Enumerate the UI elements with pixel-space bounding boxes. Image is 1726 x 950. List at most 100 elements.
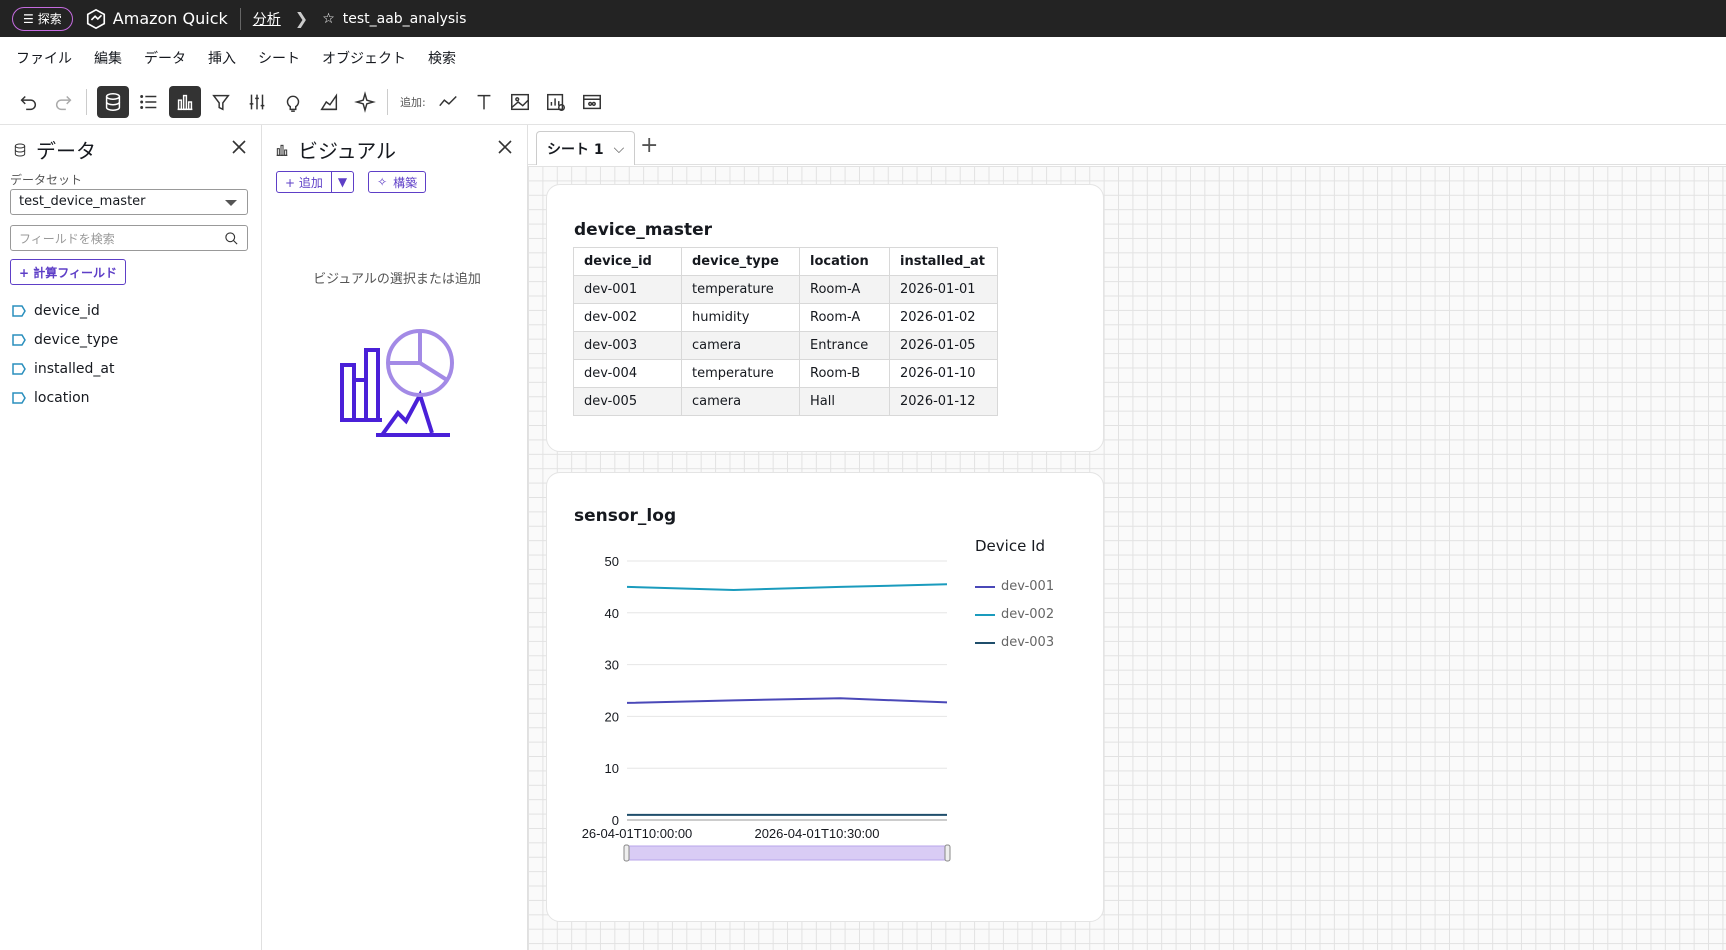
list-icon xyxy=(140,94,157,109)
close-icon xyxy=(232,140,246,154)
sheet-area: シート 1 ⌵ + device_master device_id device… xyxy=(528,125,1726,950)
dataset-select[interactable]: test_device_master xyxy=(10,189,248,215)
sheet-canvas[interactable]: device_master device_id device_type loca… xyxy=(528,166,1726,950)
add-calculated-field-button[interactable]: + 計算フィールド xyxy=(10,259,126,285)
field-list: device_id device_type installed_at locat… xyxy=(12,296,118,412)
column-header[interactable]: device_id xyxy=(573,247,682,276)
visual-panel-title-text: ビジュアル xyxy=(298,139,396,163)
redo-button[interactable] xyxy=(48,86,80,118)
table-header-row: device_id device_type location installed… xyxy=(573,247,998,276)
menu-sheet[interactable]: シート xyxy=(258,48,300,68)
dimension-tag-icon xyxy=(12,304,26,317)
visual-panel-button[interactable] xyxy=(169,85,201,118)
column-header[interactable]: installed_at xyxy=(889,247,998,276)
add-insight-button[interactable] xyxy=(540,86,572,118)
top-bar: ☰ 探索 Amazon Quick 分析 ❯ ☆ test_aab_analys… xyxy=(0,0,1726,37)
sensor-log-visual[interactable]: sensor_log 0 10 20 30 40 50 26-04-01T10:00:00 2… xyxy=(546,472,1104,922)
legend-swatch xyxy=(975,585,995,588)
menu-data[interactable]: データ xyxy=(144,48,186,68)
insights-button[interactable] xyxy=(277,86,309,118)
column-header[interactable]: device_type xyxy=(681,247,800,276)
menu-search[interactable]: 検索 xyxy=(428,48,456,68)
build-visual-button[interactable]: ✧ 構築 xyxy=(368,171,427,193)
table-row: dev-002 humidity Room-A 2026-01-02 xyxy=(573,303,998,332)
table-cell: dev-004 xyxy=(573,359,682,388)
table-row: dev-005 camera Hall 2026-01-12 xyxy=(573,387,998,416)
add-embed-button[interactable] xyxy=(576,86,608,118)
table-cell: 2026-01-01 xyxy=(889,275,998,304)
column-header[interactable]: location xyxy=(799,247,890,276)
filter-button[interactable] xyxy=(205,86,237,118)
add-visual-button[interactable]: + 追加 ▼ xyxy=(276,171,355,193)
legend-swatch xyxy=(975,641,995,644)
dataset-value: test_device_master xyxy=(19,194,146,209)
table-cell: dev-002 xyxy=(573,303,682,332)
legend-item[interactable]: dev-001 xyxy=(975,579,1054,594)
y-tick-label: 30 xyxy=(605,658,619,673)
explore-label: 探索 xyxy=(37,12,62,26)
controls-button[interactable] xyxy=(241,86,273,118)
table-cell: camera xyxy=(681,331,800,360)
visual-panel-title: ビジュアル xyxy=(274,135,396,164)
field-item[interactable]: installed_at xyxy=(12,354,118,383)
redo-icon xyxy=(56,95,72,110)
field-search-input[interactable]: フィールドを検索 xyxy=(10,225,248,251)
ai-assist-button[interactable] xyxy=(349,86,381,118)
toolbar: 追加: xyxy=(0,79,1726,125)
menu-insert[interactable]: 挿入 xyxy=(208,48,236,68)
menu-file[interactable]: ファイル xyxy=(16,48,72,68)
brand[interactable]: Amazon Quick xyxy=(85,8,228,30)
sheet-tab-1[interactable]: シート 1 ⌵ xyxy=(536,131,636,165)
field-item[interactable]: device_id xyxy=(12,296,118,325)
menu-edit[interactable]: 編集 xyxy=(94,48,122,68)
add-image-button[interactable] xyxy=(504,86,536,118)
dimension-tag-icon xyxy=(12,391,26,404)
table-row: dev-001 temperature Room-A 2026-01-01 xyxy=(573,275,998,304)
explore-button[interactable]: ☰ 探索 xyxy=(12,6,73,31)
y-tick-label: 20 xyxy=(605,709,619,724)
breadcrumb-analysis-link[interactable]: 分析 xyxy=(253,9,281,29)
device-master-table: device_id device_type location installed… xyxy=(573,247,998,416)
add-sheet-button[interactable]: + xyxy=(640,133,658,158)
field-search-placeholder: フィールドを検索 xyxy=(19,232,115,246)
filter-icon xyxy=(212,94,230,111)
legend-item[interactable]: dev-003 xyxy=(975,635,1054,650)
quick-logo-icon xyxy=(86,8,105,29)
star-icon[interactable]: ☆ xyxy=(322,11,335,27)
table-cell: dev-003 xyxy=(573,331,682,360)
divider xyxy=(239,7,241,30)
forecast-button[interactable] xyxy=(313,86,345,118)
chevron-down-icon[interactable]: ⌵ xyxy=(614,141,625,157)
menu-bar: ファイル 編集 データ 挿入 シート オブジェクト 検索 xyxy=(0,37,1726,79)
field-item[interactable]: device_type xyxy=(12,325,118,354)
x-tick-label: 2026-04-01T10:30:00 xyxy=(754,826,879,841)
close-icon xyxy=(498,140,512,154)
database-icon xyxy=(14,143,26,156)
sensor-log-line-chart[interactable]: 0102030405026-04-01T10:00:00 2026-04-01T1… xyxy=(547,473,967,913)
text-icon xyxy=(477,94,491,109)
lightbulb-icon xyxy=(286,95,300,112)
table-cell: humidity xyxy=(681,303,800,332)
data-panel-button[interactable] xyxy=(97,85,129,118)
divider xyxy=(387,88,388,115)
add-text-button[interactable] xyxy=(468,86,500,118)
menu-object[interactable]: オブジェクト xyxy=(322,48,406,68)
dataset-label: データセット xyxy=(10,173,83,187)
field-name: device_id xyxy=(34,302,100,319)
add-line-button[interactable] xyxy=(432,86,464,118)
data-panel-title: データ xyxy=(12,135,96,164)
field-item[interactable]: location xyxy=(12,383,118,412)
close-visual-panel-button[interactable] xyxy=(497,139,513,155)
device-master-visual[interactable]: device_master device_id device_type loca… xyxy=(546,184,1104,452)
field-list-button[interactable] xyxy=(133,86,165,118)
legend-item[interactable]: dev-002 xyxy=(975,607,1054,622)
table-cell: Room-B xyxy=(799,359,890,388)
close-data-panel-button[interactable] xyxy=(231,139,247,155)
add-visual-label[interactable]: + 追加 xyxy=(277,172,331,192)
table-cell: Entrance xyxy=(799,331,890,360)
sparkle-icon: ✧ xyxy=(377,175,388,189)
caret-down-icon[interactable]: ▼ xyxy=(330,172,353,192)
table-cell: 2026-01-02 xyxy=(889,303,998,332)
legend-swatch xyxy=(975,613,995,616)
undo-button[interactable] xyxy=(12,86,44,118)
